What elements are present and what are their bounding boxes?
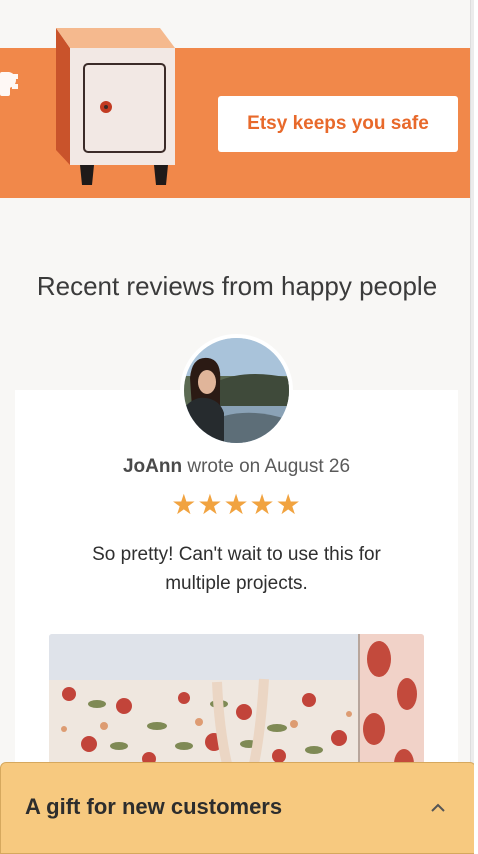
chevron-up-icon[interactable] bbox=[429, 799, 447, 817]
gift-for-new-customers-drawer[interactable]: A gift for new customers bbox=[0, 762, 474, 854]
review-text: So pretty! Can't wait to use this for mu… bbox=[92, 544, 381, 594]
review-meta: JoAnn wrote on August 26 bbox=[15, 456, 458, 478]
gift-drawer-label: A gift for new customers bbox=[25, 794, 283, 819]
etsy-keeps-you-safe-button[interactable]: Etsy keeps you safe bbox=[218, 96, 458, 152]
reviewer-avatar bbox=[180, 334, 293, 447]
star-rating: ★★★★★ bbox=[171, 489, 302, 520]
reviews-section-title: Recent reviews from happy people bbox=[36, 271, 438, 301]
review-date: wrote on August 26 bbox=[187, 456, 351, 477]
page: Etsy keeps you safe Recent reviews from … bbox=[0, 0, 474, 854]
scrollbar-track[interactable] bbox=[470, 0, 474, 854]
reviewer-name[interactable]: JoAnn bbox=[123, 456, 182, 477]
